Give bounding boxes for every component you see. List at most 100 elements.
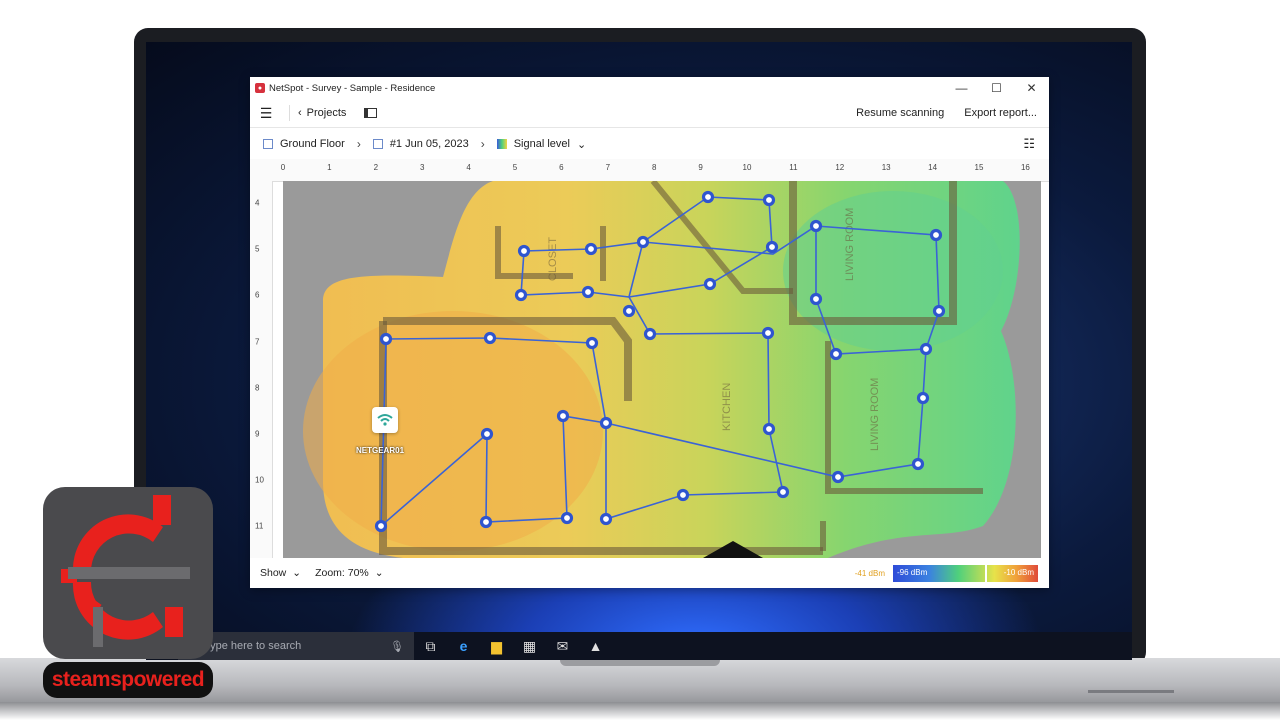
ruler-top-tick: 11: [789, 163, 798, 172]
survey-point[interactable]: [701, 190, 715, 204]
heatmap-canvas[interactable]: CLOSET KITCHEN LIVING ROOM LIVING ROOM: [283, 181, 1041, 558]
file-explorer-icon[interactable]: ▆: [480, 632, 513, 660]
survey-point[interactable]: [643, 327, 657, 341]
status-bar: Show ⌄ Zoom: 70% ⌄ -41 dBm -96 dBm -10 d…: [250, 558, 1049, 588]
strong-signal-zone: [303, 311, 603, 551]
ruler-top-tick: 8: [651, 163, 657, 172]
breadcrumb: Ground Floor › #1 Jun 05, 2023 › Signal …: [250, 128, 1049, 161]
taskbar: Type here to search 🎙 ⧉ e ▆ ▦ ✉ ▲: [146, 632, 1132, 660]
legend-min-label: -96 dBm: [897, 567, 928, 577]
ruler-left-tick: 10: [255, 475, 264, 485]
survey-point[interactable]: [929, 228, 943, 242]
survey-point[interactable]: [483, 331, 497, 345]
survey-point[interactable]: [479, 515, 493, 529]
ruler-top-tick: 2: [373, 163, 379, 172]
legend-current-value: -41 dBm: [854, 568, 885, 578]
access-point-marker[interactable]: [372, 407, 398, 433]
ruler-top-tick: 16: [1020, 163, 1030, 172]
netspot-logo-icon: ●: [255, 83, 265, 93]
chevron-down-icon: ⌄: [292, 567, 302, 579]
ruler-top-tick: 1: [327, 163, 332, 172]
survey-point[interactable]: [762, 422, 776, 436]
taskbar-search-input[interactable]: Type here to search 🎙: [178, 632, 414, 660]
breadcrumb-survey[interactable]: #1 Jun 05, 2023: [372, 138, 469, 150]
settings-sliders-icon[interactable]: ☷: [1023, 136, 1035, 152]
survey-point[interactable]: [776, 485, 790, 499]
zoom-dropdown[interactable]: Zoom: 70% ⌄: [315, 567, 384, 579]
ruler-top-tick: 9: [698, 163, 703, 172]
survey-point[interactable]: [916, 391, 930, 405]
survey-point[interactable]: [676, 488, 690, 502]
heatmap-svg: CLOSET KITCHEN LIVING ROOM LIVING ROOM: [303, 181, 1020, 558]
survey-point[interactable]: [636, 235, 650, 249]
survey-point[interactable]: [703, 277, 717, 291]
survey-point[interactable]: [599, 416, 613, 430]
maximize-button[interactable]: ☐: [979, 81, 1014, 95]
resume-scanning-button[interactable]: Resume scanning: [856, 107, 944, 119]
ruler-top-tick: 12: [835, 163, 845, 172]
ruler-top-tick: 4: [466, 163, 471, 172]
survey-point[interactable]: [581, 285, 595, 299]
survey-point[interactable]: [809, 219, 823, 233]
wifi-icon: [377, 414, 393, 426]
survey-point[interactable]: [761, 326, 775, 340]
sidebar-toggle-icon[interactable]: [364, 108, 378, 118]
photos-icon[interactable]: ▲: [579, 632, 612, 660]
chevron-right-icon: ›: [356, 137, 361, 151]
show-label: Show: [260, 567, 287, 579]
window-title: NetSpot - Survey - Sample - Residence: [269, 82, 436, 94]
chevron-left-icon: ‹: [298, 107, 302, 119]
watermark-text: steamspowered: [43, 662, 213, 698]
ruler-left-tick: 4: [255, 198, 260, 208]
survey-point[interactable]: [560, 511, 574, 525]
mail-icon[interactable]: ✉: [546, 632, 579, 660]
survey-point[interactable]: [622, 304, 636, 318]
survey-point[interactable]: [379, 332, 393, 346]
minimize-button[interactable]: —: [944, 81, 979, 95]
ruler-top-tick: 13: [881, 163, 891, 172]
ruler-left-tick: 7: [255, 337, 260, 347]
ruler-top-tick: 0: [280, 163, 286, 172]
projects-back-button[interactable]: ‹ Projects: [298, 107, 346, 119]
breadcrumb-floor-label: Ground Floor: [280, 138, 345, 150]
breadcrumb-floor[interactable]: Ground Floor: [263, 138, 345, 150]
signal-legend: -41 dBm -96 dBm -10 dBm: [854, 563, 1038, 583]
room-label-living-room-1: LIVING ROOM: [844, 208, 856, 281]
survey-point[interactable]: [599, 512, 613, 526]
gear-logo-icon: [61, 495, 190, 647]
visualization-dropdown[interactable]: Signal level ⌄: [496, 138, 587, 151]
survey-point[interactable]: [829, 347, 843, 361]
store-icon[interactable]: ▦: [513, 632, 546, 660]
edge-browser-icon[interactable]: e: [447, 632, 480, 660]
export-report-button[interactable]: Export report...: [964, 107, 1037, 119]
show-dropdown[interactable]: Show ⌄: [260, 567, 301, 579]
room-label-closet: CLOSET: [547, 237, 559, 281]
survey-point[interactable]: [585, 336, 599, 350]
survey-point[interactable]: [919, 342, 933, 356]
survey-point[interactable]: [932, 304, 946, 318]
survey-point[interactable]: [911, 457, 925, 471]
task-view-icon[interactable]: ⧉: [414, 632, 447, 660]
microphone-icon[interactable]: 🎙: [390, 640, 404, 653]
survey-point[interactable]: [514, 288, 528, 302]
chevron-down-icon: ⌄: [576, 138, 587, 151]
visualization-label: Signal level: [513, 138, 570, 150]
ruler-top-tick: 5: [512, 163, 518, 172]
survey-point[interactable]: [809, 292, 823, 306]
ruler-left-tick: 11: [255, 521, 264, 531]
ruler-left-tick: 6: [255, 290, 260, 300]
survey-point[interactable]: [556, 409, 570, 423]
survey-point[interactable]: [762, 193, 776, 207]
survey-point[interactable]: [517, 244, 531, 258]
survey-point[interactable]: [584, 242, 598, 256]
ruler-top-tick: 10: [742, 163, 752, 172]
chevron-right-icon: ›: [480, 137, 485, 151]
survey-point[interactable]: [831, 470, 845, 484]
close-button[interactable]: ✕: [1014, 81, 1049, 95]
menu-icon[interactable]: ☰: [251, 105, 281, 122]
survey-point[interactable]: [374, 519, 388, 533]
survey-point[interactable]: [480, 427, 494, 441]
survey-point[interactable]: [765, 240, 779, 254]
legend-marker: [985, 563, 987, 583]
ruler-top-tick: 15: [974, 163, 984, 172]
